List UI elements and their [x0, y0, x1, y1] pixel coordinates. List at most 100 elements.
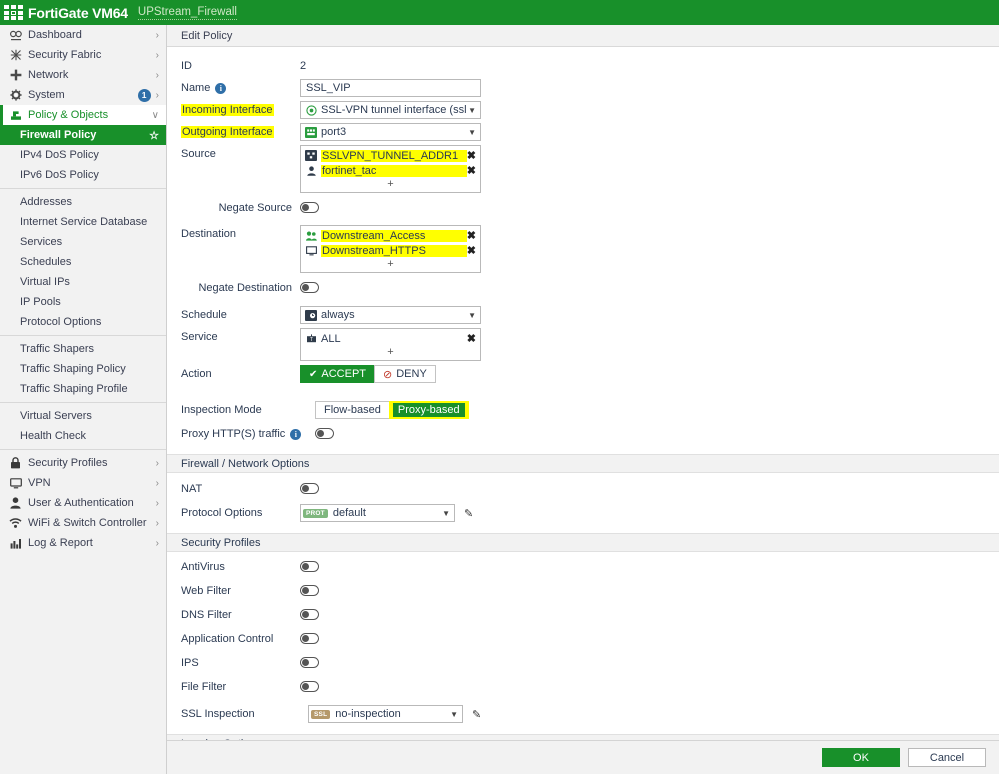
sidebar-item-schedules[interactable]: Schedules	[0, 252, 166, 272]
source-label: Source	[181, 148, 216, 160]
sidebar-item-ipv4-dos-policy[interactable]: IPv4 DoS Policy	[0, 145, 166, 165]
sidebar-item-virtual-ips[interactable]: Virtual IPs	[0, 272, 166, 292]
pencil-icon[interactable]: ✎	[464, 507, 473, 520]
row-service: Service T ALL ✖ +	[167, 328, 999, 361]
sidebar-item-traffic-shaping-profile[interactable]: Traffic Shaping Profile	[0, 379, 166, 399]
nat-toggle[interactable]	[300, 482, 319, 494]
source-field: SSLVPN_TUNNEL_ADDR1 ✖ fortinet_tac ✖ +	[300, 145, 999, 193]
sidebar-item-label: User & Authentication	[28, 497, 134, 509]
destination-item[interactable]: Downstream_HTTPS ✖	[301, 243, 480, 258]
sidebar-item-traffic-shaping-policy[interactable]: Traffic Shaping Policy	[0, 359, 166, 379]
sidebar-item-label: Traffic Shaping Profile	[20, 383, 128, 395]
sidebar-item-firewall-policy[interactable]: Firewall Policy ☆	[0, 125, 166, 145]
sidebar: Dashboard › Security Fabric › Network › System…	[0, 25, 167, 774]
sidebar-item-vpn[interactable]: VPN ›	[0, 473, 166, 493]
source-item[interactable]: SSLVPN_TUNNEL_ADDR1 ✖	[301, 148, 480, 163]
sidebar-item-user-authentication[interactable]: User & Authentication ›	[0, 493, 166, 513]
outgoing-interface-field: port3 ▼	[300, 123, 999, 141]
schedule-select[interactable]: always ▼	[300, 306, 481, 324]
file-filter-toggle[interactable]	[300, 680, 319, 692]
sidebar-item-services[interactable]: Services	[0, 232, 166, 252]
add-source-button[interactable]: +	[301, 178, 480, 192]
sidebar-item-network[interactable]: Network ›	[0, 65, 166, 85]
row-web-filter: Web Filter	[167, 582, 999, 602]
sidebar-item-ipv6-dos-policy[interactable]: IPv6 DoS Policy	[0, 165, 166, 185]
name-input[interactable]	[300, 79, 481, 97]
proxy-http-traffic-toggle[interactable]	[315, 427, 334, 439]
source-item[interactable]: fortinet_tac ✖	[301, 163, 480, 178]
sidebar-item-protocol-options[interactable]: Protocol Options	[0, 312, 166, 332]
hostname-label[interactable]: UPStream_Firewall	[137, 6, 237, 20]
sidebar-item-policy-objects[interactable]: Policy & Objects ∨	[0, 105, 166, 125]
sidebar-item-label: Health Check	[20, 430, 87, 442]
info-icon[interactable]: i	[290, 428, 302, 440]
protocol-badge: PROT	[303, 508, 328, 518]
sidebar-item-dashboard[interactable]: Dashboard ›	[0, 25, 166, 45]
protocol-options-select[interactable]: PROT default ▼	[300, 504, 455, 522]
schedule-value: always	[321, 309, 355, 321]
sidebar-item-security-fabric[interactable]: Security Fabric ›	[0, 45, 166, 65]
service-multibox[interactable]: T ALL ✖ +	[300, 328, 481, 361]
sidebar-item-traffic-shapers[interactable]: Traffic Shapers	[0, 339, 166, 359]
ips-label: IPS	[181, 657, 199, 669]
remove-source-item-button[interactable]: ✖	[467, 164, 476, 177]
wifi-icon	[8, 518, 23, 528]
remove-service-item-button[interactable]: ✖	[467, 332, 476, 345]
info-icon[interactable]: i	[215, 82, 227, 94]
destination-item[interactable]: Downstream_Access ✖	[301, 228, 480, 243]
web-filter-toggle[interactable]	[300, 584, 319, 596]
ips-toggle[interactable]	[300, 656, 319, 668]
antivirus-toggle[interactable]	[300, 560, 319, 572]
sidebar-item-system[interactable]: System 1 ›	[0, 85, 166, 105]
sidebar-item-wifi-switch-controller[interactable]: WiFi & Switch Controller ›	[0, 513, 166, 533]
inspection-proxy-based-button[interactable]: Proxy-based	[388, 401, 469, 419]
row-source: Source SSLVPN_TUNNEL_ADDR1 ✖ fortinet_ta…	[167, 145, 999, 193]
ok-button[interactable]: OK	[822, 748, 900, 767]
action-accept-label: ACCEPT	[321, 368, 367, 380]
incoming-interface-select[interactable]: SSL-VPN tunnel interface (ssl.roo ▼	[300, 101, 481, 119]
remove-destination-item-button[interactable]: ✖	[467, 244, 476, 257]
action-accept-button[interactable]: ✔ ACCEPT	[300, 365, 376, 383]
sidebar-item-security-profiles[interactable]: Security Profiles ›	[0, 453, 166, 473]
subnet-icon	[305, 150, 317, 161]
negate-destination-toggle[interactable]	[300, 281, 319, 293]
chevron-down-icon: ▼	[442, 508, 450, 518]
add-destination-button[interactable]: +	[301, 258, 480, 272]
schedule-field: always ▼	[300, 306, 999, 324]
inspection-proxy-based-label: Proxy-based	[392, 403, 465, 417]
negate-source-toggle[interactable]	[300, 201, 319, 213]
remove-destination-item-button[interactable]: ✖	[467, 229, 476, 242]
sidebar-item-virtual-servers[interactable]: Virtual Servers	[0, 406, 166, 426]
dns-filter-toggle[interactable]	[300, 608, 319, 620]
proxy-http-traffic-field	[315, 425, 999, 439]
application-control-toggle[interactable]	[300, 632, 319, 644]
pencil-icon[interactable]: ✎	[472, 708, 481, 721]
svg-text:T: T	[309, 337, 312, 343]
outgoing-interface-select[interactable]: port3 ▼	[300, 123, 481, 141]
chevron-right-icon: ›	[155, 517, 159, 529]
row-file-filter: File Filter	[167, 678, 999, 698]
destination-multibox[interactable]: Downstream_Access ✖ Downstream_HTTPS ✖ +	[300, 225, 481, 273]
favorite-star-icon[interactable]: ☆	[149, 129, 159, 142]
sidebar-item-addresses[interactable]: Addresses	[0, 192, 166, 212]
row-ips: IPS	[167, 654, 999, 674]
main-panel: Edit Policy ID 2 Name i Incoming Interfa…	[167, 25, 999, 774]
source-multibox[interactable]: SSLVPN_TUNNEL_ADDR1 ✖ fortinet_tac ✖ +	[300, 145, 481, 193]
service-item-label: ALL	[321, 332, 341, 345]
section-security-profiles: Security Profiles	[167, 533, 999, 552]
outgoing-interface-label: Outgoing Interface	[181, 123, 300, 138]
cancel-button[interactable]: Cancel	[908, 748, 986, 767]
sidebar-item-label: Virtual IPs	[20, 276, 70, 288]
remove-source-item-button[interactable]: ✖	[467, 149, 476, 162]
action-deny-button[interactable]: ⊘ DENY	[374, 365, 436, 383]
row-antivirus: AntiVirus	[167, 558, 999, 578]
breadcrumb-label: Edit Policy	[181, 29, 233, 42]
add-service-button[interactable]: +	[301, 346, 480, 360]
sidebar-item-ip-pools[interactable]: IP Pools	[0, 292, 166, 312]
ssl-inspection-select[interactable]: SSL no-inspection ▼	[308, 705, 463, 723]
inspection-flow-based-button[interactable]: Flow-based	[315, 401, 390, 419]
sidebar-item-health-check[interactable]: Health Check	[0, 426, 166, 446]
service-item[interactable]: T ALL ✖	[301, 331, 480, 346]
sidebar-item-log-report[interactable]: Log & Report ›	[0, 533, 166, 553]
sidebar-item-internet-service-database[interactable]: Internet Service Database	[0, 212, 166, 232]
